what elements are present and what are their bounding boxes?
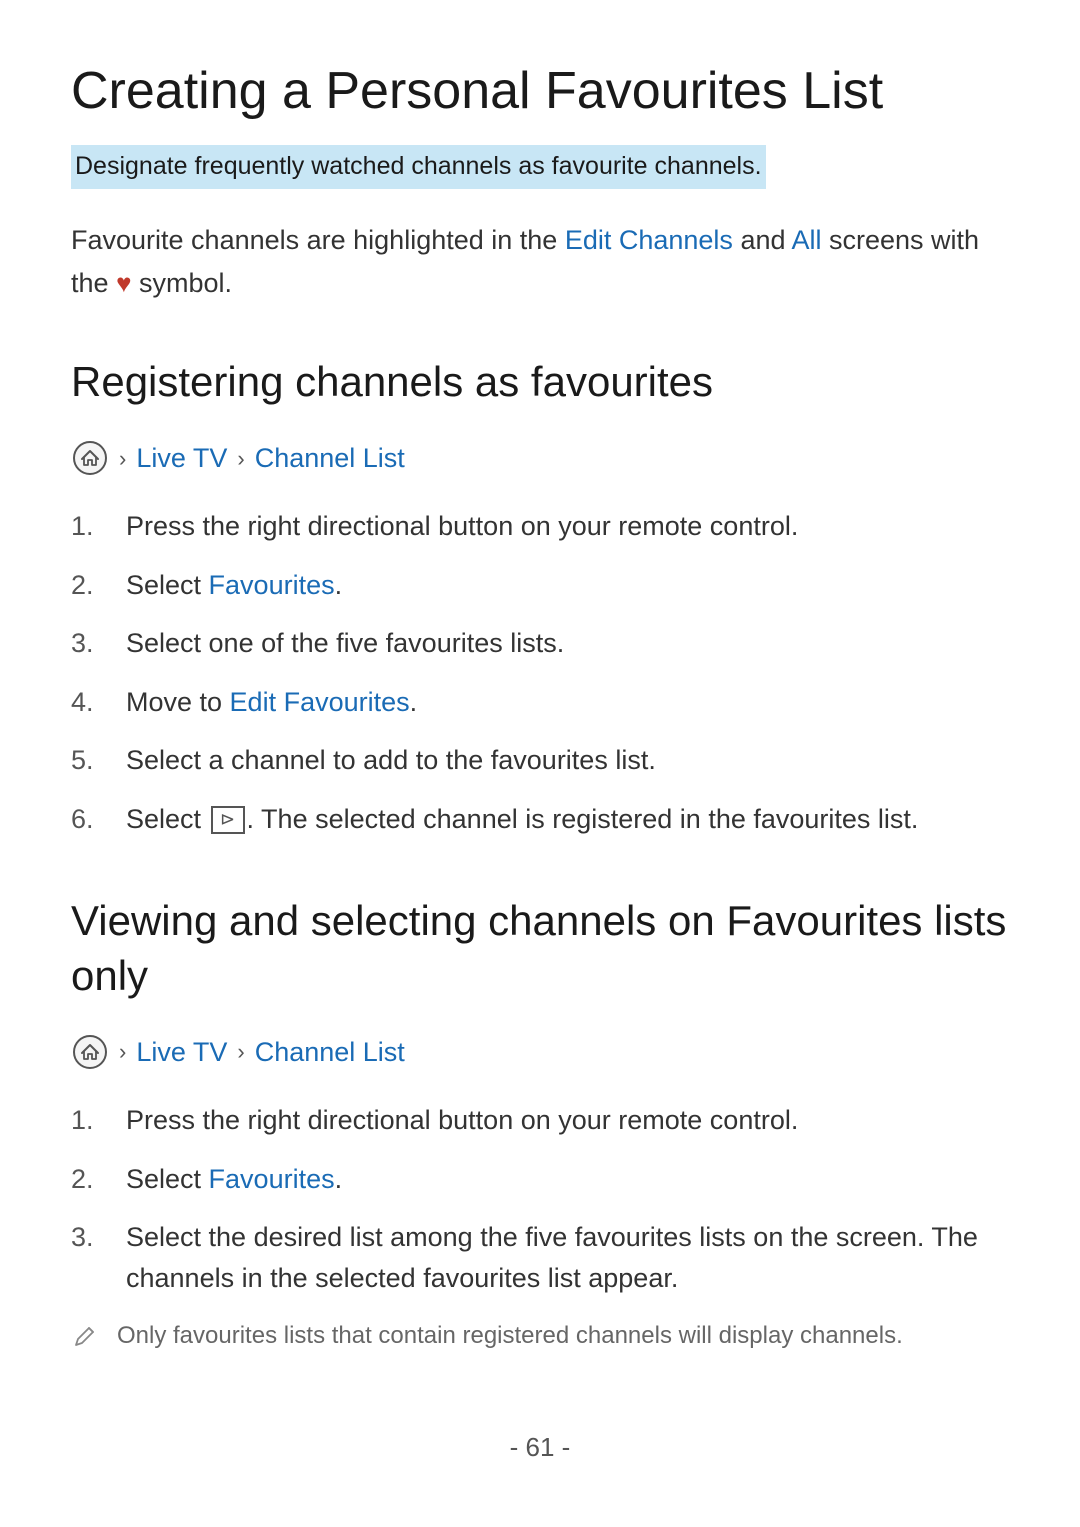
home-icon-2: [71, 1033, 109, 1071]
intro-paragraph: Favourite channels are highlighted in th…: [71, 219, 1009, 305]
step-num: 4.: [71, 682, 126, 723]
section1-title: Registering channels as favourites: [71, 355, 1009, 410]
intro-text-end: symbol.: [139, 268, 232, 298]
edit-favourites-link[interactable]: Edit Favourites: [230, 687, 410, 717]
step-num: 3.: [71, 1217, 126, 1258]
icon-box: ⊳: [211, 806, 245, 834]
step-text: Select Favourites.: [126, 1159, 1009, 1200]
steps-list-2: 1. Press the right directional button on…: [71, 1100, 1009, 1298]
subtitle-highlight: Designate frequently watched channels as…: [71, 145, 766, 189]
step-text: Select a channel to add to the favourite…: [126, 740, 1009, 781]
channel-list-link-2[interactable]: Channel List: [255, 1032, 405, 1073]
favourites-link-1[interactable]: Favourites: [209, 570, 335, 600]
steps-list-1: 1. Press the right directional button on…: [71, 506, 1009, 839]
step-text: Press the right directional button on yo…: [126, 1100, 1009, 1141]
edit-channels-link[interactable]: Edit Channels: [565, 225, 733, 255]
live-tv-link-1[interactable]: Live TV: [136, 438, 227, 479]
step-1-4: 4. Move to Edit Favourites.: [71, 682, 1009, 723]
nav-path-2: › Live TV › Channel List: [71, 1032, 1009, 1073]
chevron-1: ›: [119, 442, 126, 475]
home-icon: [71, 439, 109, 477]
note-text: Only favourites lists that contain regis…: [117, 1318, 903, 1354]
chevron-3: ›: [119, 1035, 126, 1068]
step-text: Select the desired list among the five f…: [126, 1217, 1009, 1298]
section-view: Viewing and selecting channels on Favour…: [71, 894, 1009, 1363]
all-link[interactable]: All: [792, 225, 822, 255]
nav-path-1: › Live TV › Channel List: [71, 438, 1009, 479]
step-1-2: 2. Select Favourites.: [71, 565, 1009, 606]
live-tv-link-2[interactable]: Live TV: [136, 1032, 227, 1073]
channel-list-link-1[interactable]: Channel List: [255, 438, 405, 479]
step-text: Select Favourites.: [126, 565, 1009, 606]
page-footer: - 61 -: [0, 1428, 1080, 1467]
step-num: 5.: [71, 740, 126, 781]
chevron-2: ›: [237, 442, 244, 475]
page-title: Creating a Personal Favourites List: [71, 60, 1009, 122]
intro-text-before: Favourite channels are highlighted in th…: [71, 225, 565, 255]
step-num: 1.: [71, 506, 126, 547]
pencil-icon: [71, 1321, 103, 1363]
step-text: Press the right directional button on yo…: [126, 506, 1009, 547]
step-1-3: 3. Select one of the five favourites lis…: [71, 623, 1009, 664]
step-text: Select ⊳. The selected channel is regist…: [126, 799, 1009, 840]
step-num: 2.: [71, 1159, 126, 1200]
step-1-1: 1. Press the right directional button on…: [71, 506, 1009, 547]
favourites-link-2[interactable]: Favourites: [209, 1164, 335, 1194]
note-row: Only favourites lists that contain regis…: [71, 1318, 1009, 1363]
section-register: Registering channels as favourites › Liv…: [71, 355, 1009, 839]
step-num: 2.: [71, 565, 126, 606]
step-1-5: 5. Select a channel to add to the favour…: [71, 740, 1009, 781]
chevron-4: ›: [237, 1035, 244, 1068]
section2-title: Viewing and selecting channels on Favour…: [71, 894, 1009, 1003]
step-1-6: 6. Select ⊳. The selected channel is reg…: [71, 799, 1009, 840]
step-2-1: 1. Press the right directional button on…: [71, 1100, 1009, 1141]
intro-text-mid: and: [733, 225, 792, 255]
step-num: 1.: [71, 1100, 126, 1141]
heart-symbol: ♥: [116, 268, 131, 298]
step-text: Move to Edit Favourites.: [126, 682, 1009, 723]
step-num: 6.: [71, 799, 126, 840]
step-text: Select one of the five favourites lists.: [126, 623, 1009, 664]
step-2-3: 3. Select the desired list among the fiv…: [71, 1217, 1009, 1298]
step-num: 3.: [71, 623, 126, 664]
step-2-2: 2. Select Favourites.: [71, 1159, 1009, 1200]
